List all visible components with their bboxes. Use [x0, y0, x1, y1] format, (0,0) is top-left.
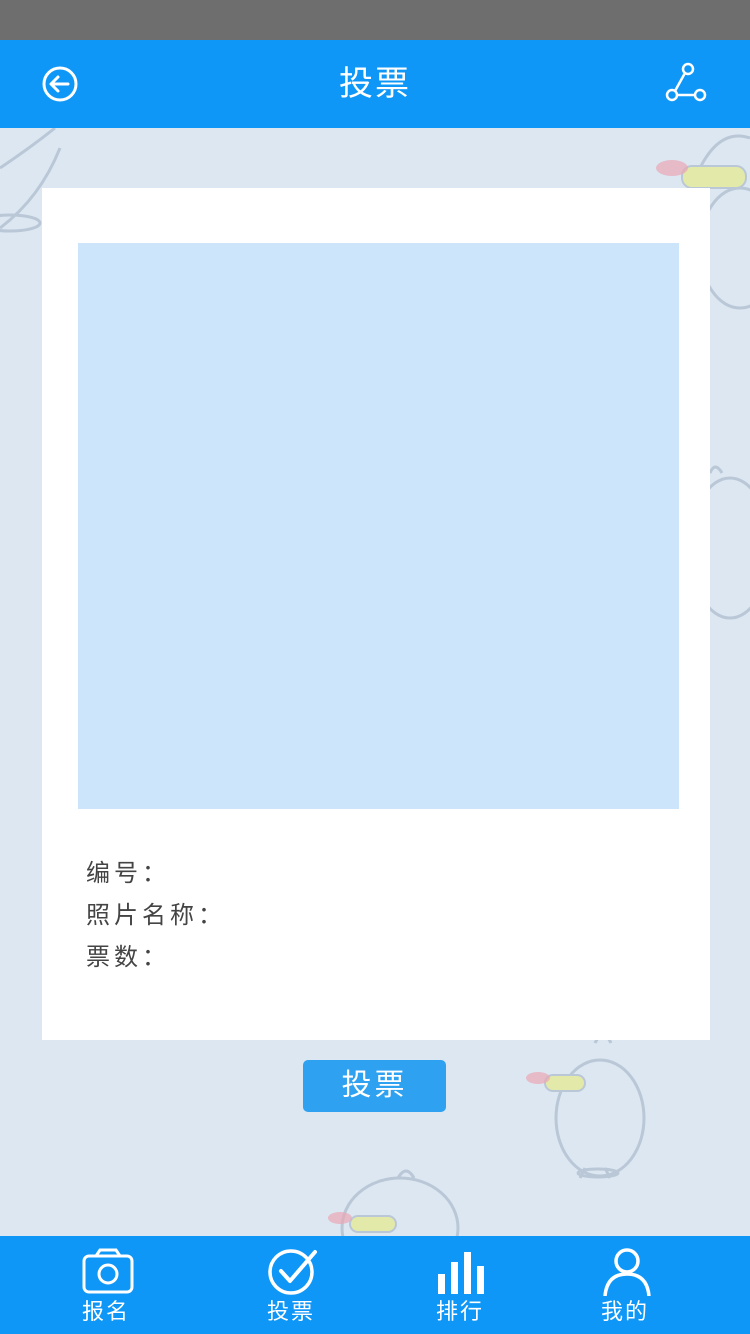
tab-signup-label: 报名	[81, 1300, 130, 1325]
photo-card: 编号： 照片名称： 票数：	[42, 188, 710, 1040]
bar-chart-icon	[438, 1252, 484, 1294]
tab-vote-label: 投票	[266, 1300, 315, 1325]
number-label: 编号：	[86, 859, 170, 887]
photo-name-label: 照片名称：	[86, 901, 226, 929]
tab-ranking[interactable]: 排行	[400, 1236, 520, 1334]
tab-mine[interactable]: 我的	[565, 1236, 685, 1334]
nav-bar: 投票	[0, 40, 750, 128]
user-icon	[603, 1248, 651, 1296]
page-title: 投票	[339, 64, 411, 104]
camera-icon	[82, 1248, 134, 1294]
share-button[interactable]	[664, 62, 708, 106]
votes-label: 票数：	[86, 943, 170, 971]
tab-signup[interactable]: 报名	[46, 1236, 166, 1334]
share-icon	[665, 62, 707, 102]
tab-bar: 报名 投票 排行 我的	[0, 1236, 750, 1334]
vote-button[interactable]: 投票	[303, 1060, 446, 1112]
status-bar	[0, 0, 750, 40]
tab-ranking-label: 排行	[435, 1300, 484, 1325]
tab-vote[interactable]: 投票	[231, 1236, 351, 1334]
photo-info: 编号： 照片名称： 票数：	[86, 852, 226, 978]
photo-placeholder[interactable]	[78, 243, 679, 809]
tab-mine-label: 我的	[600, 1300, 649, 1325]
check-circle-icon	[268, 1249, 317, 1295]
